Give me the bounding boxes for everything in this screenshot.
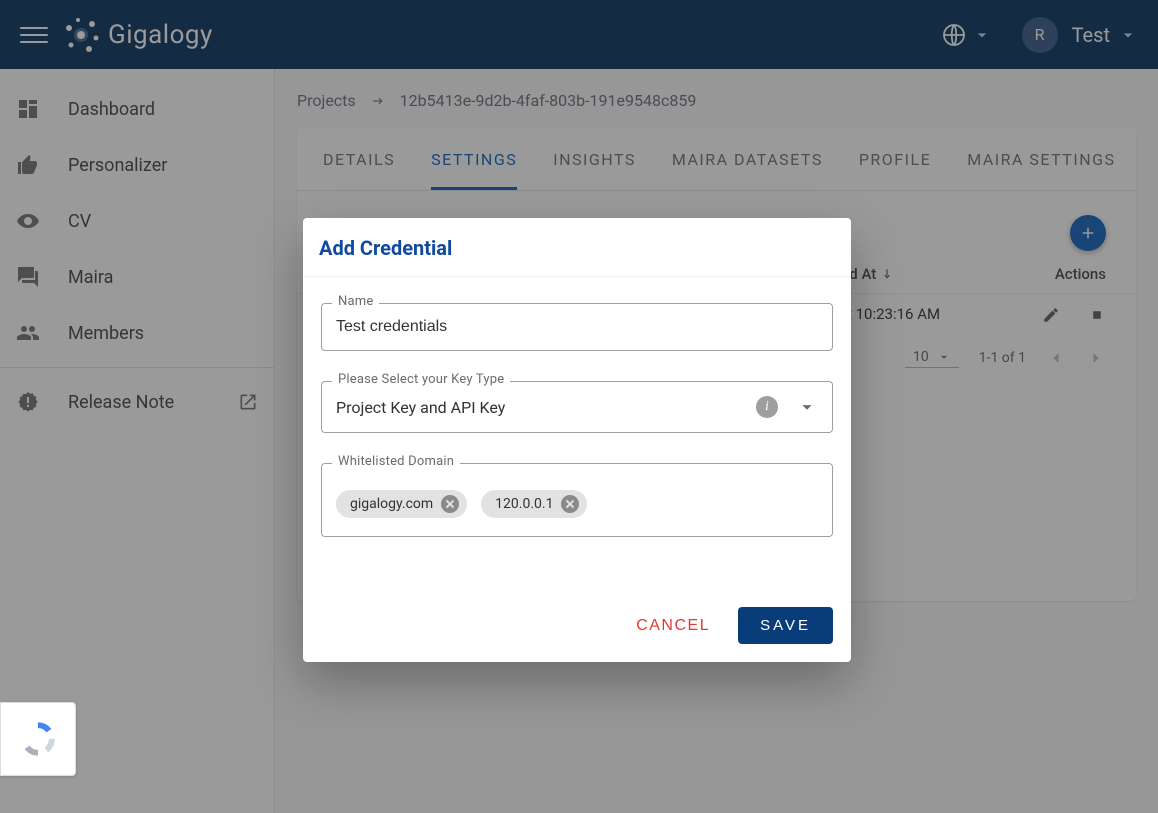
whitelist-chip: 120.0.0.1 xyxy=(481,490,587,518)
whitelist-label: Whitelisted Domain xyxy=(332,454,460,469)
chip-label: gigalogy.com xyxy=(350,496,433,512)
info-icon[interactable]: i xyxy=(756,396,778,418)
name-input[interactable] xyxy=(322,304,832,350)
chip-remove-icon[interactable] xyxy=(441,495,459,513)
key-type-label: Please Select your Key Type xyxy=(332,372,510,387)
add-credential-modal: Add Credential Name Please Select your K… xyxy=(303,218,851,662)
modal-title: Add Credential xyxy=(303,218,851,277)
chip-remove-icon[interactable] xyxy=(561,495,579,513)
save-button[interactable]: SAVE xyxy=(738,607,833,644)
recaptcha-badge xyxy=(0,702,76,776)
chip-label: 120.0.0.1 xyxy=(495,496,553,512)
whitelist-chip: gigalogy.com xyxy=(336,490,467,518)
name-label: Name xyxy=(332,294,379,309)
key-type-field[interactable]: Please Select your Key Type Project Key … xyxy=(321,381,833,433)
key-type-value: Project Key and API Key xyxy=(336,398,505,417)
cancel-button[interactable]: CANCEL xyxy=(632,609,714,643)
chevron-down-icon[interactable] xyxy=(796,396,818,418)
whitelist-field[interactable]: Whitelisted Domain gigalogy.com 120.0.0.… xyxy=(321,463,833,537)
name-field[interactable]: Name xyxy=(321,303,833,351)
recaptcha-icon xyxy=(18,719,58,759)
